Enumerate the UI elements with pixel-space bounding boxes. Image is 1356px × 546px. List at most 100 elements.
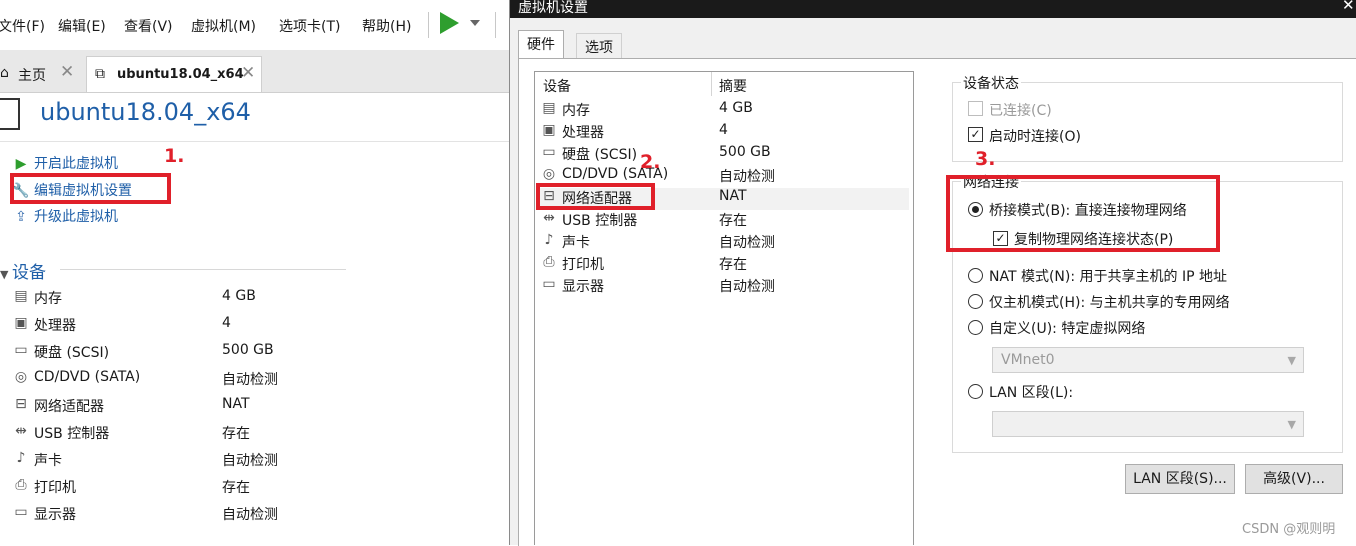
- cpu-icon: ▣: [542, 122, 556, 138]
- menu-help[interactable]: 帮助(H): [362, 16, 411, 36]
- tab-options[interactable]: 选项: [576, 33, 622, 58]
- advanced-button[interactable]: 高级(V)...: [1245, 464, 1343, 494]
- annotation-box-3: [946, 175, 1220, 252]
- chevron-down-icon[interactable]: [470, 20, 480, 26]
- dialog-title: 虚拟机设置: [518, 0, 588, 16]
- menu-bar: 文件(F) 编辑(E) 查看(V) 虚拟机(M) 选项卡(T) 帮助(H): [0, 0, 510, 51]
- hw-row-usb[interactable]: ⇹ USB 控制器 存在: [537, 210, 909, 232]
- play-icon[interactable]: [440, 12, 459, 34]
- play-icon: ▶: [15, 156, 27, 172]
- device-row-memory[interactable]: ▤ 内存 4 GB: [10, 288, 340, 312]
- menu-vm[interactable]: 虚拟机(M): [191, 16, 256, 36]
- vm-icon: [0, 98, 20, 130]
- memory-icon: ▤: [14, 288, 28, 304]
- menu-file[interactable]: 文件(F): [0, 16, 45, 36]
- sound-icon: ♪: [544, 232, 554, 248]
- hw-row-memory[interactable]: ▤ 内存 4 GB: [537, 100, 909, 122]
- annotation-box-2: [536, 183, 655, 210]
- annotation-label-2: 2.: [640, 151, 661, 173]
- upgrade-vm-label: 升级此虚拟机: [34, 209, 118, 225]
- divider: [0, 141, 510, 142]
- usb-icon: ⇹: [543, 210, 555, 226]
- dialog-tab-strip: 硬件 选项: [510, 18, 1356, 58]
- annotation-label-1: 1.: [164, 145, 185, 167]
- display-icon: ▭: [542, 276, 556, 292]
- device-status-title: 设备状态: [961, 73, 1021, 93]
- tab-home[interactable]: ⌂ 主页 ✕: [0, 56, 80, 92]
- chevron-down-icon: ▼: [1287, 418, 1296, 431]
- column-separator[interactable]: [711, 72, 712, 96]
- power-on-vm-link[interactable]: ▶ 开启此虚拟机: [12, 153, 118, 173]
- nat-radio[interactable]: [968, 268, 983, 283]
- hostonly-label: 仅主机模式(H): 与主机共享的专用网络: [989, 295, 1230, 311]
- tab-vm[interactable]: ⧉ ubuntu18.04_x64 ✕: [86, 56, 262, 92]
- custom-label: 自定义(U): 特定虚拟网络: [989, 321, 1146, 337]
- upgrade-icon: ⇪: [15, 209, 27, 225]
- harddisk-icon: ▭: [542, 144, 556, 160]
- cd-icon: ◎: [14, 369, 28, 385]
- lan-segment-label: LAN 区段(L):: [989, 385, 1074, 401]
- nat-label: NAT 模式(N): 用于共享主机的 IP 地址: [989, 269, 1227, 285]
- tab-vm-label: ubuntu18.04_x64: [117, 67, 244, 82]
- tab-bar: ⌂ 主页 ✕ ⧉ ubuntu18.04_x64 ✕: [0, 50, 510, 93]
- tab-hardware[interactable]: 硬件: [518, 30, 564, 58]
- hw-row-display[interactable]: ▭ 显示器 自动检测: [537, 276, 909, 298]
- printer-icon: ⎙: [543, 254, 555, 270]
- upgrade-vm-link[interactable]: ⇪ 升级此虚拟机: [12, 206, 118, 226]
- annotation-label-3: 3.: [975, 148, 996, 170]
- hw-row-cpu[interactable]: ▣ 处理器 4: [537, 122, 909, 144]
- connect-on-start-label: 启动时连接(O): [989, 129, 1081, 145]
- hardware-list[interactable]: 设备 摘要 ▤ 内存 4 GB ▣ 处理器 4 ▭ 硬盘 (SCSI) 500 GB ◎ CD…: [534, 71, 914, 545]
- memory-icon: ▤: [542, 100, 556, 116]
- device-row-usb[interactable]: ⇹ USB 控制器 存在: [10, 423, 340, 447]
- menu-edit[interactable]: 编辑(E): [58, 16, 106, 36]
- close-icon[interactable]: ✕: [241, 63, 255, 83]
- dialog-titlebar: 虚拟机设置 ✕: [510, 0, 1356, 18]
- close-icon[interactable]: ✕: [60, 62, 74, 82]
- device-status-group: 设备状态: [952, 73, 1343, 162]
- hw-row-printer[interactable]: ⎙ 打印机 存在: [537, 254, 909, 276]
- printer-icon: ⎙: [15, 477, 27, 493]
- chevron-down-icon: ▼: [1287, 354, 1296, 367]
- sound-icon: ♪: [16, 450, 26, 466]
- cd-icon: ◎: [542, 166, 556, 182]
- menu-tabs[interactable]: 选项卡(T): [279, 16, 340, 36]
- list-header-device[interactable]: 设备: [543, 76, 571, 96]
- vm-settings-dialog: 虚拟机设置 ✕ 硬件 选项 设备 摘要 ▤ 内存 4 GB ▣ 处理器 4 ▭ 硬盘 (S…: [509, 0, 1356, 546]
- device-row-sound[interactable]: ♪ 声卡 自动检测: [10, 450, 340, 474]
- device-row-harddisk[interactable]: ▭ 硬盘 (SCSI) 500 GB: [10, 342, 340, 366]
- display-icon: ▭: [14, 504, 28, 520]
- divider: [60, 269, 346, 270]
- device-row-display[interactable]: ▭ 显示器 自动检测: [10, 504, 340, 528]
- power-on-vm-label: 开启此虚拟机: [34, 156, 118, 172]
- device-row-network[interactable]: ⊟ 网络适配器 NAT: [10, 396, 340, 420]
- connected-checkbox[interactable]: [968, 101, 983, 116]
- toolbar-separator: [495, 12, 496, 38]
- hw-row-harddisk[interactable]: ▭ 硬盘 (SCSI) 500 GB: [537, 144, 909, 166]
- hostonly-radio[interactable]: [968, 294, 983, 309]
- devices-section-header[interactable]: ▼ 设备: [0, 258, 46, 283]
- device-row-cpu[interactable]: ▣ 处理器 4: [10, 315, 340, 339]
- connected-label: 已连接(C): [989, 103, 1052, 119]
- tab-home-label: 主页: [18, 68, 46, 84]
- devices-header-label: 设备: [11, 263, 46, 283]
- watermark: CSDN @观则明: [1242, 522, 1336, 537]
- toolbar-separator: [428, 12, 429, 38]
- device-row-printer[interactable]: ⎙ 打印机 存在: [10, 477, 340, 501]
- lan-segment-radio[interactable]: [968, 384, 983, 399]
- lan-segment-select[interactable]: ▼: [992, 411, 1304, 437]
- collapse-icon: ▼: [0, 268, 12, 281]
- harddisk-icon: ▭: [14, 342, 28, 358]
- connect-on-start-checkbox[interactable]: ✓: [968, 127, 983, 142]
- hw-row-sound[interactable]: ♪ 声卡 自动检测: [537, 232, 909, 254]
- usb-icon: ⇹: [15, 423, 27, 439]
- lan-segments-button[interactable]: LAN 区段(S)...: [1125, 464, 1235, 494]
- home-icon: ⌂: [0, 65, 9, 81]
- custom-radio[interactable]: [968, 320, 983, 335]
- vmnet-select[interactable]: VMnet0 ▼: [992, 347, 1304, 373]
- list-header-summary[interactable]: 摘要: [719, 76, 747, 96]
- close-icon[interactable]: ✕: [1342, 0, 1355, 14]
- device-row-cddvd[interactable]: ◎ CD/DVD (SATA) 自动检测: [10, 369, 340, 393]
- menu-view[interactable]: 查看(V): [124, 16, 173, 36]
- annotation-box-1: [10, 173, 171, 204]
